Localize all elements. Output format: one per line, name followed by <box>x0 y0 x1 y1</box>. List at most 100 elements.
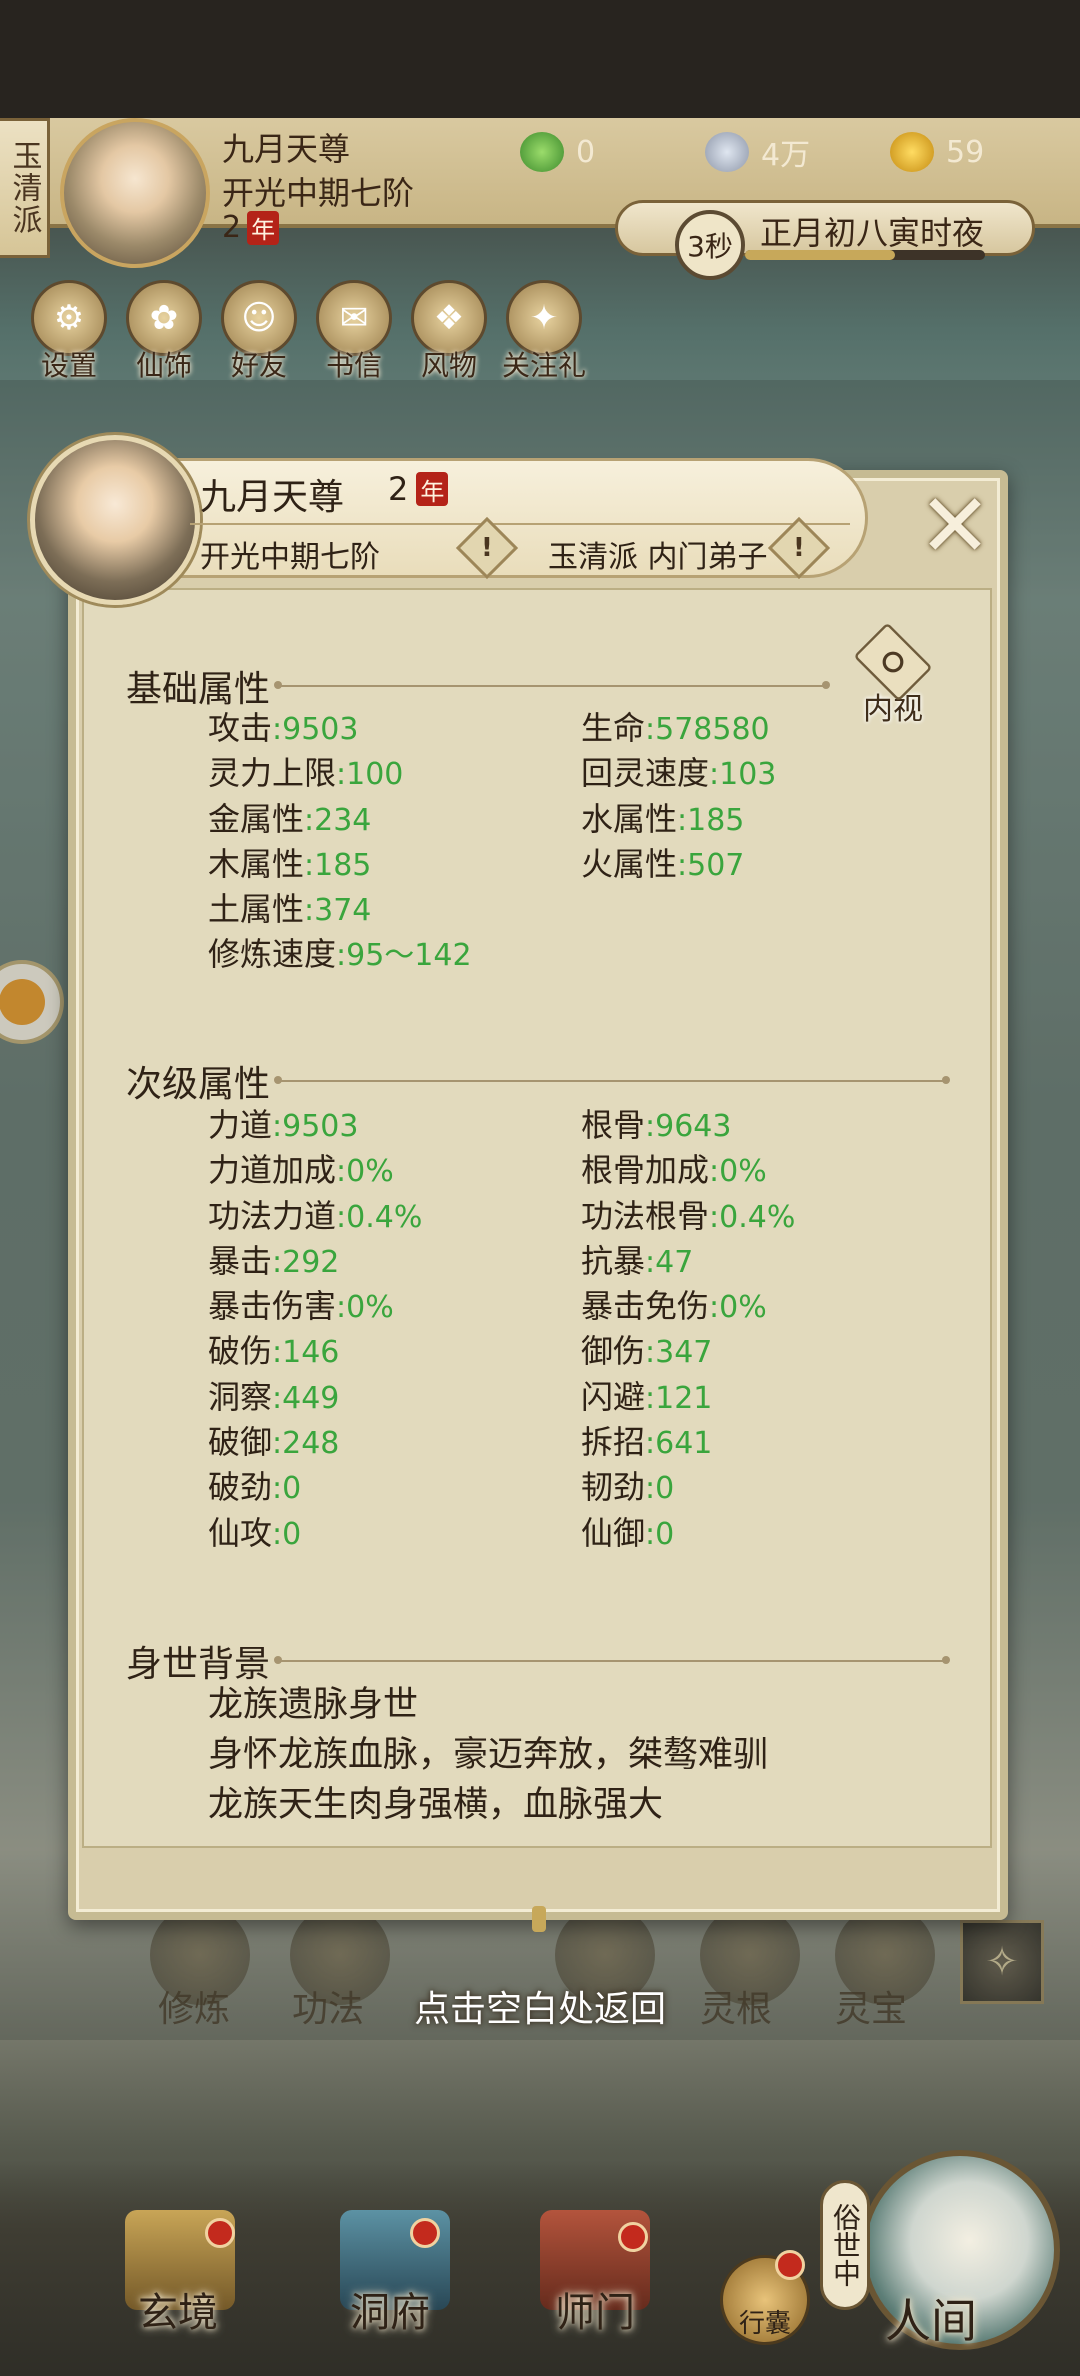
attr-crit: 暴击:292 <box>208 1239 581 1284</box>
resource-gold-value: 59 <box>946 134 985 170</box>
attr-value: :9643 <box>645 1109 732 1144</box>
attr-value: :100 <box>336 757 404 793</box>
player-avatar[interactable] <box>60 118 210 268</box>
secondary-attributes-title: 次级属性 <box>126 1064 271 1105</box>
attr-value: :0% <box>709 1154 767 1190</box>
panel-ornament <box>532 1906 546 1932</box>
attr-label: 抗暴 <box>581 1241 646 1280</box>
attr-label: 暴击 <box>208 1241 273 1280</box>
player-rank: 开光中期七阶 <box>222 174 415 212</box>
attr-label: 仙攻 <box>208 1513 273 1552</box>
attr-label: 闪避 <box>581 1377 646 1416</box>
quick-scenery-button[interactable]: ❖ 风物 <box>410 280 488 384</box>
quick-settings-button[interactable]: ⚙ 设置 <box>30 280 108 384</box>
attr-earth: 土属性:374 <box>208 887 581 932</box>
nav-sect[interactable]: 师门 <box>555 2280 635 2338</box>
quick-follow-gift-button[interactable]: ✦ 关注礼 <box>502 280 587 384</box>
attr-value: :185 <box>304 847 372 883</box>
attr-label: 灵力上限 <box>208 754 337 793</box>
attr-immortal-defense: 仙御:0 <box>581 1511 954 1556</box>
attr-empty <box>581 887 954 932</box>
background-text: 龙族遗脉身世 身怀龙族血脉，豪迈奔放，桀骜难驯 龙族天生肉身强横，血脉强大 <box>208 1680 948 1830</box>
attr-label: 力道 <box>208 1106 273 1144</box>
attr-insight: 洞察:449 <box>208 1375 581 1420</box>
attr-label: 功法根骨 <box>581 1196 710 1235</box>
background-line: 龙族遗脉身世 <box>208 1685 419 1725</box>
basic-attributes-grid: 攻击:9503 生命:578580 灵力上限:100 回灵速度:103 金属性:… <box>208 706 954 978</box>
attr-value: :0 <box>645 1516 675 1552</box>
attr-label: 火属性 <box>581 844 678 883</box>
attr-label: 水属性 <box>581 799 678 838</box>
attr-break-defense: 破御:248 <box>208 1420 581 1465</box>
copper-coin-icon <box>705 132 749 172</box>
attr-label: 力道加成 <box>208 1151 337 1190</box>
resource-gold[interactable]: 59 <box>890 132 984 172</box>
character-avatar <box>30 435 200 605</box>
attr-value: :0 <box>272 1471 302 1507</box>
attr-mana-regen: 回灵速度:103 <box>581 751 954 796</box>
character-rank: 开光中期七阶 <box>200 540 380 575</box>
quick-letter-button[interactable]: ✉ 书信 <box>315 280 393 384</box>
attr-constitution: 根骨:9643 <box>581 1103 954 1148</box>
player-age-value: 2 <box>222 210 242 245</box>
attr-label: 修炼速度 <box>208 935 337 974</box>
heading-rule <box>274 1656 950 1664</box>
attr-fire: 火属性:507 <box>581 842 954 887</box>
quick-friends-button[interactable]: ☺ 好友 <box>220 280 298 384</box>
quick-menu: ⚙ 设置 ✿ 仙饰 ☺ 好友 ✉ 书信 ❖ 风物 ✦ 关注礼 <box>30 280 587 384</box>
player-name: 九月天尊 <box>222 130 351 168</box>
character-age-value: 2 <box>388 470 409 508</box>
attr-cultivate-speed: 修炼速度:95～142 <box>208 932 581 977</box>
attr-value: :146 <box>272 1335 340 1371</box>
attr-value: :507 <box>677 847 745 883</box>
attr-value: :449 <box>272 1380 340 1416</box>
attr-value: :121 <box>645 1380 713 1416</box>
world-status-tag: 俗世中 <box>820 2180 870 2310</box>
attr-wood: 木属性:185 <box>208 842 581 887</box>
attr-value: :641 <box>645 1426 713 1462</box>
attr-crit-damage-reduction: 暴击免伤:0% <box>581 1284 954 1329</box>
attr-value: :0% <box>709 1290 767 1326</box>
attr-value: :0 <box>645 1471 675 1507</box>
attr-label: 回灵速度 <box>581 754 710 793</box>
attr-crit-resist: 抗暴:47 <box>581 1239 954 1284</box>
notification-dot <box>775 2250 805 2280</box>
close-icon[interactable]: ✕ <box>900 474 1010 577</box>
attr-value: :292 <box>272 1244 340 1280</box>
quick-scenery-label: 风物 <box>420 349 477 382</box>
secondary-attributes-heading: 次级属性 <box>126 1055 950 1107</box>
attr-constitution-bonus: 根骨加成:0% <box>581 1148 954 1193</box>
character-sect: 玉清派 内门弟子 <box>548 540 768 575</box>
notification-dot <box>205 2218 235 2248</box>
attr-crit-damage: 暴击伤害:0% <box>208 1284 581 1329</box>
heading-rule <box>274 1076 950 1084</box>
attr-parry: 拆招:641 <box>581 1420 954 1465</box>
tap-to-return-hint: 点击空白处返回 <box>413 1989 666 2030</box>
attr-label: 洞察 <box>208 1377 273 1416</box>
attr-pierce-damage: 破伤:146 <box>208 1329 581 1374</box>
attr-value: :347 <box>645 1335 713 1371</box>
attr-label: 生命 <box>581 709 646 747</box>
age-unit-badge: 年 <box>247 210 280 245</box>
character-age-badge: 年 <box>416 472 449 506</box>
quick-friends-label: 好友 <box>230 349 287 382</box>
attr-label: 木属性 <box>208 844 305 883</box>
background-line: 龙族天生肉身强横，血脉强大 <box>208 1785 664 1825</box>
nav-cave[interactable]: 洞府 <box>350 2280 430 2338</box>
time-progress-fill <box>745 250 895 260</box>
attr-value: :103 <box>709 757 777 793</box>
attr-label: 根骨 <box>581 1106 646 1144</box>
nav-realm[interactable]: 玄境 <box>138 2280 218 2338</box>
notification-dot <box>618 2222 648 2252</box>
quick-follow-gift-label: 关注礼 <box>502 349 587 382</box>
character-age: 2 年 <box>388 470 449 508</box>
attr-label: 暴击伤害 <box>208 1287 337 1326</box>
time-countdown: 3秒 <box>675 210 745 280</box>
quick-outfit-button[interactable]: ✿ 仙饰 <box>125 280 203 384</box>
attr-metal: 金属性:234 <box>208 797 581 842</box>
resource-jade[interactable]: 0 <box>520 132 595 172</box>
gold-ingot-icon <box>890 132 934 172</box>
basic-attributes-title: 基础属性 <box>126 669 271 710</box>
attr-strength-bonus: 力道加成:0% <box>208 1148 581 1193</box>
resource-coin[interactable]: 4万 <box>705 132 810 173</box>
